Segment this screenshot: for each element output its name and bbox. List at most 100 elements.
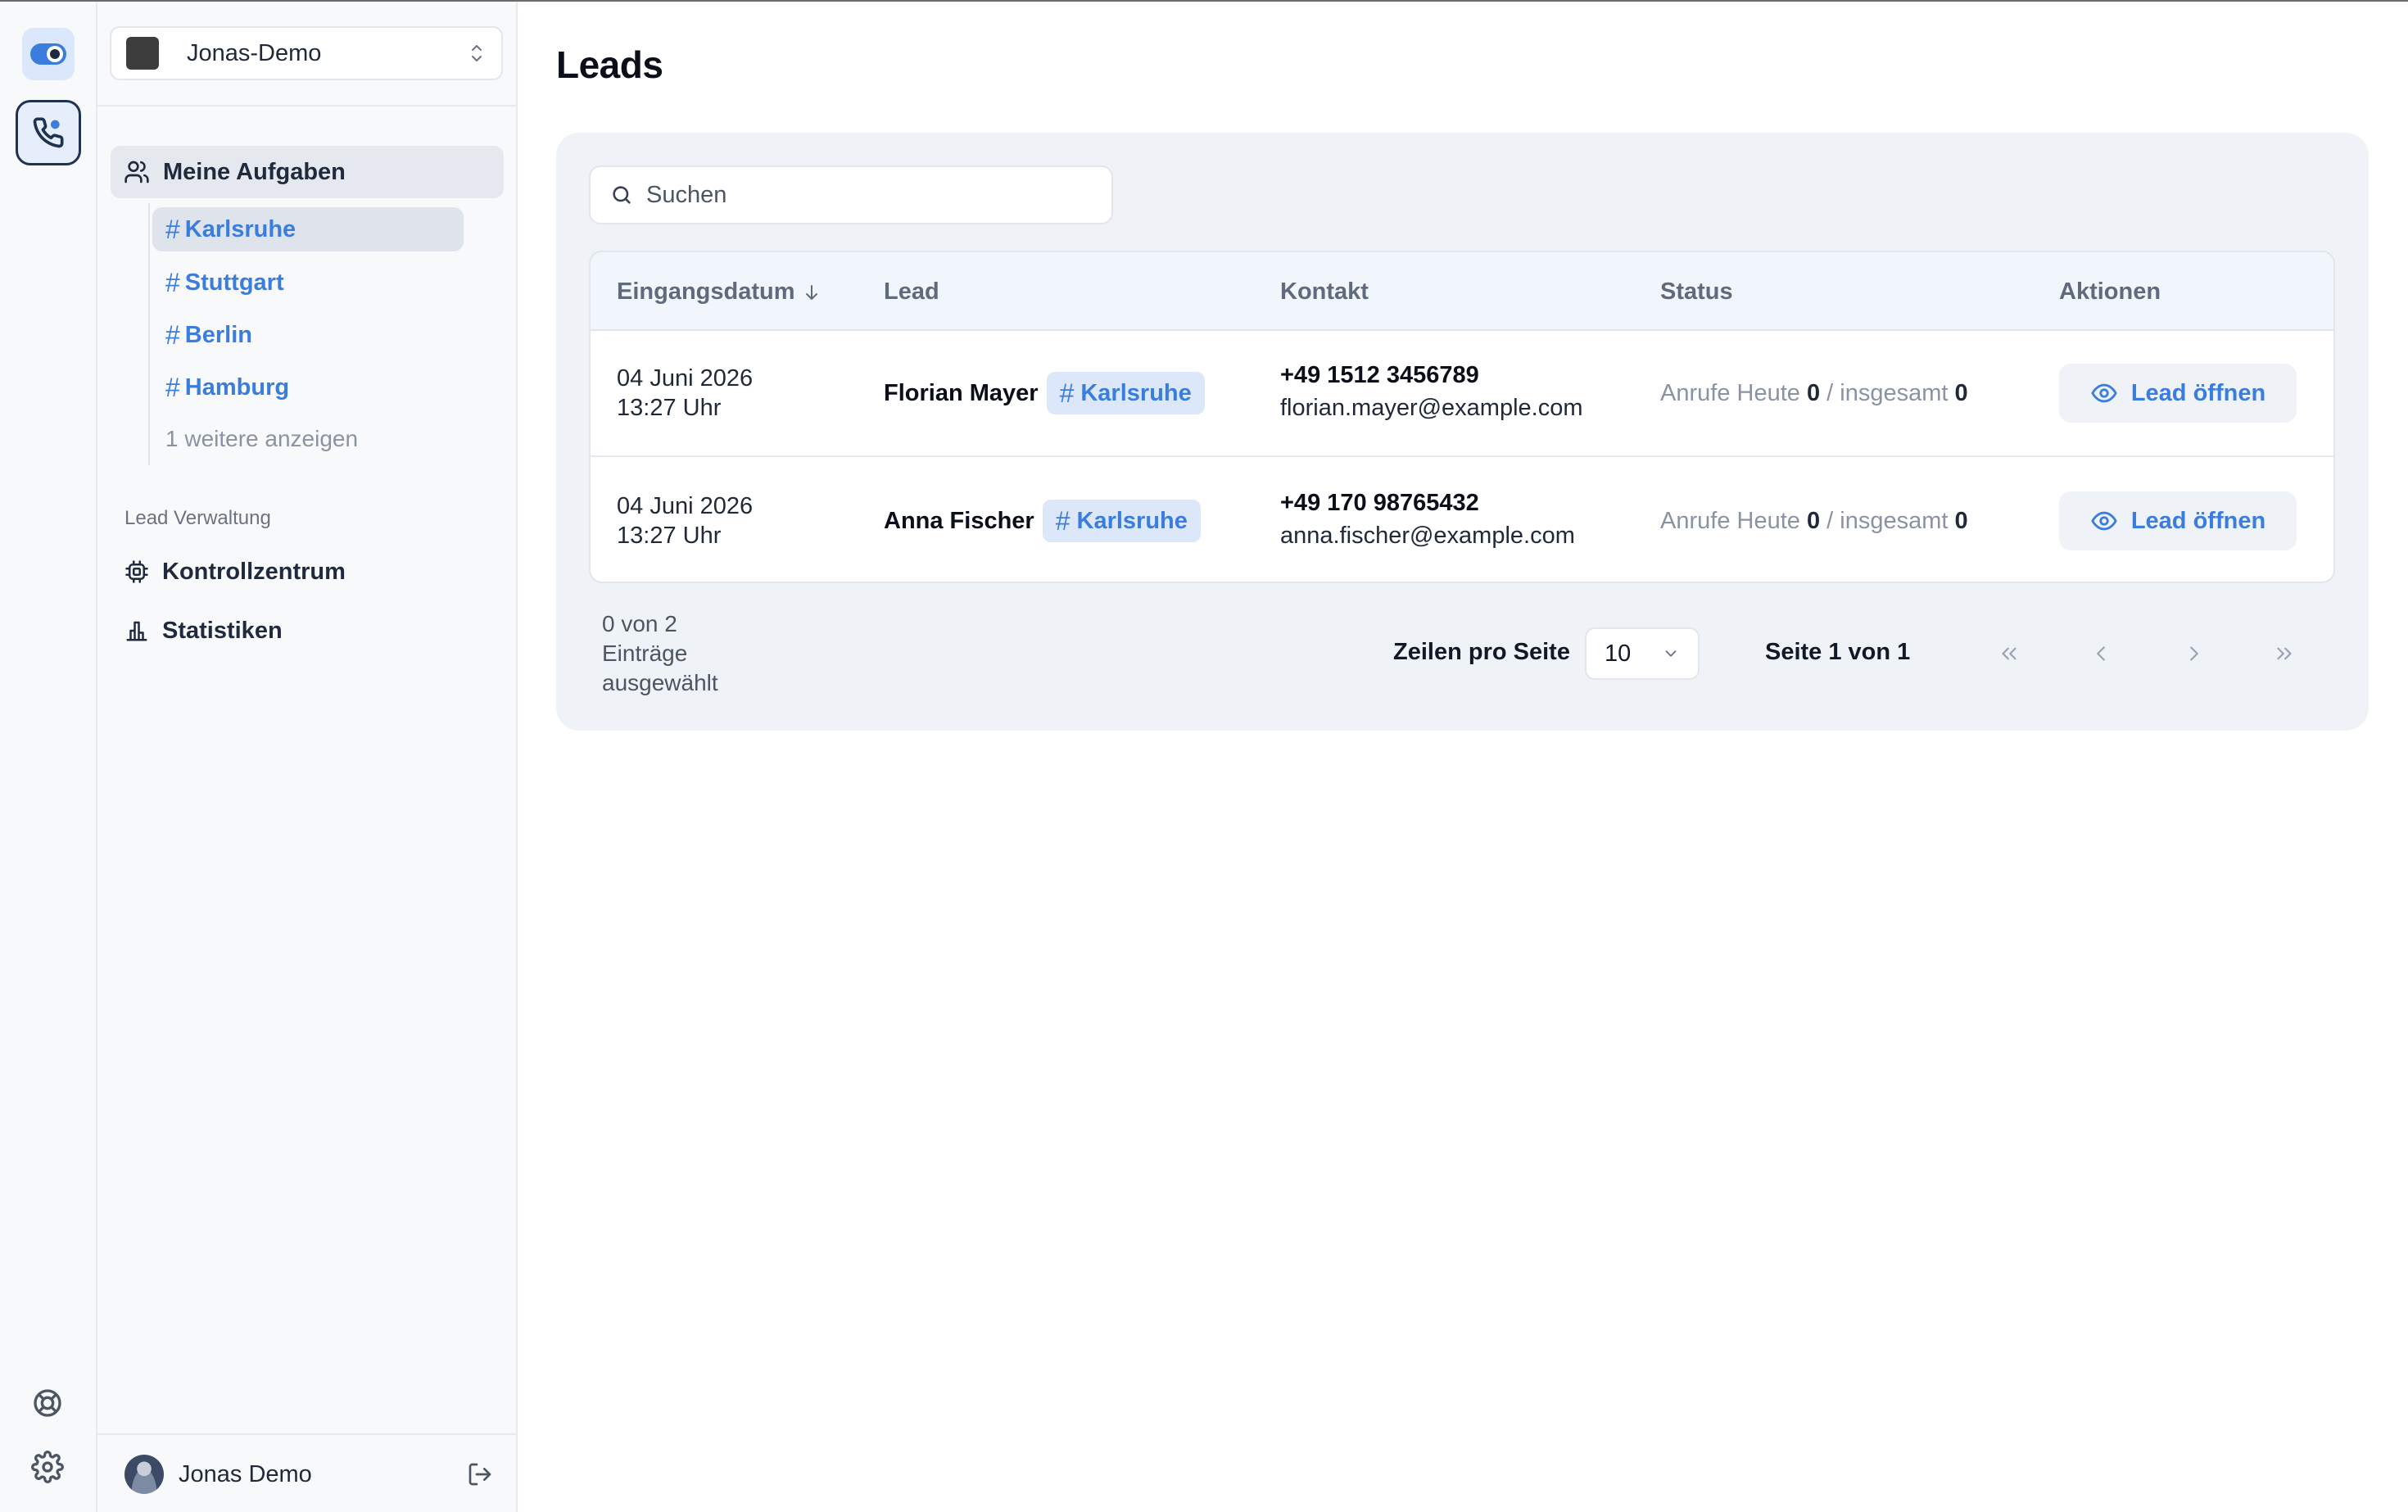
hash-icon: # — [165, 372, 180, 402]
column-label: Aktionen — [2059, 278, 2161, 305]
logout-icon[interactable] — [467, 1461, 493, 1487]
channel-label: Karlsruhe — [184, 215, 296, 242]
lead-name: Florian Mayer — [884, 379, 1039, 406]
rows-per-page-label: Zeilen pro Seite — [1393, 639, 1570, 665]
bar-chart-icon — [126, 621, 147, 641]
open-lead-button[interactable]: Lead öffnen — [2059, 364, 2297, 423]
selection-line: ausgewählt — [602, 670, 718, 695]
search-box[interactable] — [589, 165, 1113, 224]
calls-today-count: 0 — [1806, 508, 1821, 534]
table-row[interactable]: 04 Juni 2026 13:27 Uhr Anna Fischer # Ka… — [591, 459, 2333, 582]
lead-name: Anna Fischer — [884, 507, 1034, 534]
contact-cell: +49 1512 3456789 florian.mayer@example.c… — [1280, 359, 1583, 424]
eye-icon — [2091, 383, 2117, 403]
lead-cell: Florian Mayer # Karlsruhe — [884, 372, 1205, 414]
icon-rail — [0, 2, 97, 1512]
eye-icon — [2091, 511, 2117, 531]
table-header: Eingangsdatum Lead Kontakt Status Aktion… — [591, 252, 2333, 331]
selection-count: 0 von 2 Einträge ausgewählt — [602, 609, 766, 698]
chevrons-left-icon — [2002, 647, 2016, 660]
page-title: Leads — [556, 43, 663, 86]
calls-total-count: 0 — [1954, 380, 1968, 406]
column-label: Kontakt — [1280, 278, 1369, 305]
status-cell: Anrufe Heute 0 / insgesamt 0 — [1660, 380, 1968, 407]
leads-card: Eingangsdatum Lead Kontakt Status Aktion… — [556, 133, 2369, 731]
cpu-icon — [125, 560, 148, 583]
column-label: Lead — [884, 278, 939, 305]
nav-kontrollzentrum[interactable]: Kontrollzentrum — [124, 554, 346, 590]
divider — [97, 105, 516, 106]
search-input[interactable] — [646, 181, 1105, 209]
status-cell: Anrufe Heute 0 / insgesamt 0 — [1660, 508, 1968, 535]
phone-number[interactable]: +49 170 98765432 — [1280, 487, 1575, 519]
tag-label: Karlsruhe — [1076, 507, 1188, 534]
column-eingangsdatum[interactable]: Eingangsdatum — [617, 278, 820, 306]
calls-total-label: insgesamt — [1840, 380, 1949, 406]
chevron-down-icon — [1665, 650, 1677, 657]
phone-number[interactable]: +49 1512 3456789 — [1280, 359, 1583, 392]
nav-statistiken[interactable]: Statistiken — [124, 613, 283, 649]
chevrons-right-icon — [2277, 647, 2292, 660]
time-text: 13:27 Uhr — [617, 395, 722, 421]
avatar — [124, 1455, 164, 1494]
selection-line: Einträge — [602, 641, 688, 666]
table-row[interactable]: 04 Juni 2026 13:27 Uhr Florian Mayer # K… — [591, 331, 2333, 457]
arrow-down-icon — [805, 284, 817, 300]
gear-icon[interactable] — [31, 1451, 64, 1483]
rows-per-page-select[interactable]: 10 — [1585, 627, 1700, 680]
email-address[interactable]: anna.fischer@example.com — [1280, 519, 1575, 552]
column-label: Status — [1660, 278, 1733, 305]
nav-label: Meine Aufgaben — [163, 158, 346, 185]
nav-label: Statistiken — [162, 617, 283, 644]
toggle-logo-icon[interactable] — [22, 28, 75, 80]
calls-total-count: 0 — [1954, 508, 1968, 534]
lifebuoy-icon[interactable] — [31, 1387, 64, 1419]
workspace-select[interactable]: Jonas-Demo — [110, 26, 503, 80]
lead-cell: Anna Fischer # Karlsruhe — [884, 500, 1201, 542]
channel-stuttgart[interactable]: # Stuttgart — [152, 260, 464, 305]
users-icon — [124, 161, 149, 183]
contact-cell: +49 170 98765432 anna.fischer@example.co… — [1280, 487, 1575, 552]
channel-tree-line — [148, 203, 150, 465]
divider — [97, 1433, 516, 1435]
workspace-name: Jonas-Demo — [187, 39, 322, 66]
chevron-right-icon — [2190, 646, 2198, 661]
user-profile[interactable]: Jonas Demo — [124, 1454, 493, 1495]
calls-today-label: Anrufe Heute — [1660, 508, 1800, 534]
channel-berlin[interactable]: # Berlin — [152, 313, 464, 357]
hash-icon: # — [1055, 505, 1070, 536]
button-label: Lead öffnen — [2130, 507, 2266, 534]
chevron-up-down-icon — [472, 45, 482, 61]
workspace-avatar — [126, 37, 159, 70]
section-label: Lead Verwaltung — [124, 507, 271, 529]
email-address[interactable]: florian.mayer@example.com — [1280, 392, 1583, 424]
location-tag[interactable]: # Karlsruhe — [1046, 372, 1205, 414]
rows-per-page-value: 10 — [1605, 640, 1632, 667]
hash-icon: # — [165, 214, 180, 244]
channel-hamburg[interactable]: # Hamburg — [152, 365, 464, 410]
date-cell: 04 Juni 2026 13:27 Uhr — [617, 364, 753, 423]
location-tag[interactable]: # Karlsruhe — [1042, 500, 1201, 542]
previous-page-button[interactable] — [2081, 634, 2121, 673]
phone-icon[interactable] — [16, 100, 81, 165]
show-more-link[interactable]: 1 weitere anzeigen — [165, 426, 358, 452]
nav-meine-aufgaben[interactable]: Meine Aufgaben — [111, 146, 504, 198]
calls-total-label: insgesamt — [1840, 508, 1949, 534]
calls-today-label: Anrufe Heute — [1660, 380, 1800, 406]
last-page-button[interactable] — [2265, 634, 2304, 673]
open-lead-button[interactable]: Lead öffnen — [2059, 491, 2297, 550]
page-info: Seite 1 von 1 — [1765, 639, 1911, 665]
column-aktionen: Aktionen — [2059, 278, 2161, 306]
leads-table: Eingangsdatum Lead Kontakt Status Aktion… — [589, 251, 2335, 583]
button-label: Lead öffnen — [2130, 379, 2266, 406]
first-page-button[interactable] — [1989, 634, 2029, 673]
nav-label: Kontrollzentrum — [162, 558, 346, 585]
date-text: 04 Juni 2026 — [617, 365, 754, 392]
channel-karlsruhe[interactable]: # Karlsruhe — [152, 207, 464, 251]
date-cell: 04 Juni 2026 13:27 Uhr — [617, 491, 753, 550]
column-label: Eingangsdatum — [617, 278, 795, 305]
chevron-left-icon — [2097, 646, 2105, 661]
hash-icon: # — [165, 319, 180, 350]
column-kontakt: Kontakt — [1280, 278, 1369, 306]
next-page-button[interactable] — [2175, 634, 2214, 673]
